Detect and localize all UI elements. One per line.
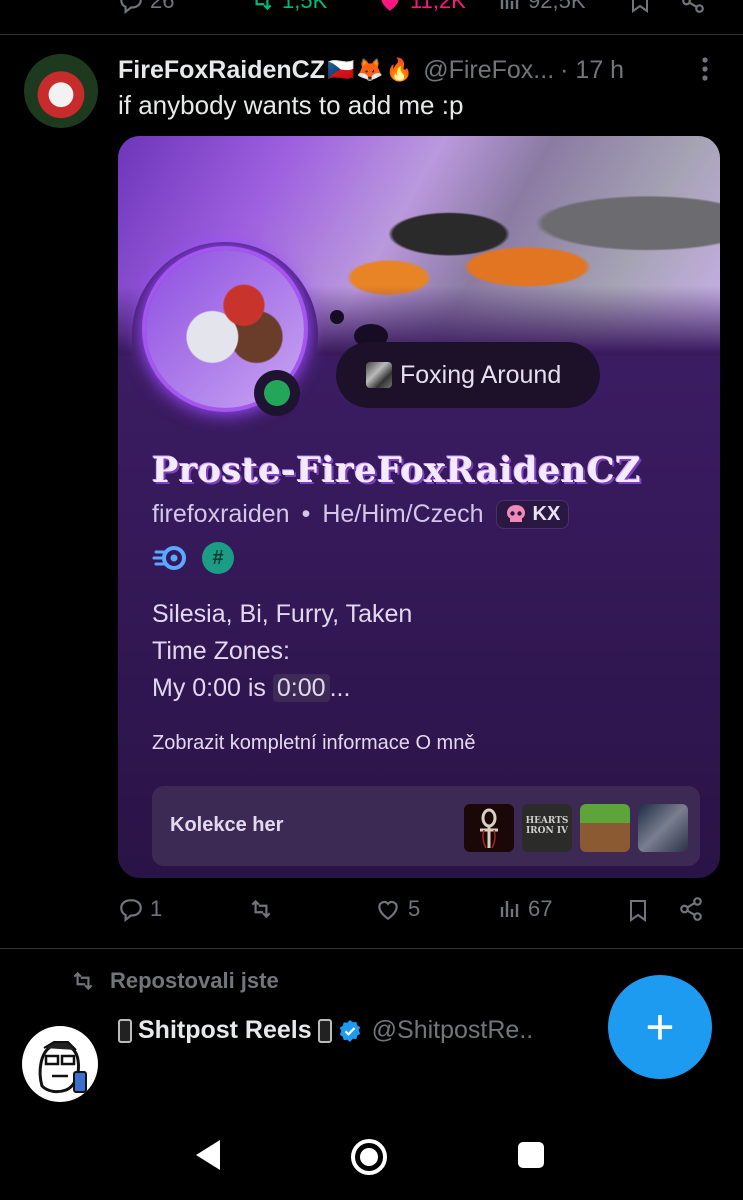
discord-profile-card-image[interactable]: Foxing Around Proste-FireFoxRaidenCZ fir… bbox=[118, 136, 720, 878]
like-button[interactable]: 11,2K bbox=[376, 0, 466, 14]
nitro-badge-icon bbox=[152, 546, 186, 570]
reply-button[interactable]: 1 bbox=[118, 896, 162, 922]
author-display-name[interactable]: Shitpost Reels bbox=[138, 1016, 312, 1045]
repost-button[interactable] bbox=[246, 896, 282, 922]
reply-icon bbox=[120, 0, 142, 14]
share-button[interactable] bbox=[678, 896, 704, 922]
meme-face-avatar-icon bbox=[38, 1041, 87, 1094]
repost-button[interactable]: 1,5K bbox=[248, 0, 327, 14]
show-full-about-link: Zobrazit kompletní informace O mně bbox=[152, 732, 476, 754]
profile-badges: # bbox=[152, 542, 234, 574]
bio-line: Silesia, Bi, Furry, Taken bbox=[152, 600, 413, 628]
profile-username: firefoxraiden bbox=[152, 499, 290, 528]
bookmark-icon bbox=[630, 900, 646, 922]
plus-icon: + bbox=[645, 999, 675, 1055]
reply-count: 1 bbox=[150, 896, 163, 921]
author-handle[interactable]: @ShitpostRe.. bbox=[372, 1016, 534, 1045]
verified-badge-icon bbox=[339, 1019, 360, 1042]
bio-line: Time Zones: bbox=[152, 637, 291, 665]
profile-subline: firefoxraiden • He/Him/Czech KX bbox=[152, 496, 570, 532]
home-nav-icon[interactable] bbox=[350, 1138, 388, 1176]
previous-tweet-action-bar: 26 1,5K 11,2K 92,5K bbox=[0, 0, 743, 18]
retweet-author-line: Shitpost Reels @ShitpostRe.. bbox=[118, 1016, 533, 1045]
like-count: 5 bbox=[408, 896, 421, 921]
divider bbox=[0, 948, 743, 949]
views-count: 67 bbox=[528, 896, 553, 921]
bookmark-icon bbox=[632, 0, 648, 13]
bookmark-button[interactable] bbox=[628, 0, 652, 14]
profile-bio: Silesia, Bi, Furry, Taken Time Zones: My… bbox=[152, 596, 412, 707]
author-handle[interactable]: @FireFox... bbox=[423, 56, 554, 85]
repost-icon bbox=[251, 899, 271, 919]
share-icon bbox=[680, 897, 702, 921]
hashtag-badge-icon: # bbox=[202, 542, 234, 574]
custom-status-text: Foxing Around bbox=[400, 360, 562, 389]
timestamp-chip: 0:00 bbox=[272, 674, 330, 702]
like-count: 11,2K bbox=[410, 0, 466, 13]
online-status-indicator bbox=[254, 370, 300, 416]
game-icon-hearts-of-iron: HEARTS IRON IV bbox=[522, 804, 572, 852]
bookmark-button[interactable] bbox=[626, 896, 650, 924]
phone-emoji-icon bbox=[118, 1018, 132, 1043]
avatar[interactable] bbox=[22, 1026, 98, 1102]
reply-button[interactable]: 26 bbox=[118, 0, 174, 14]
share-icon bbox=[682, 0, 704, 13]
avatar[interactable] bbox=[24, 54, 98, 128]
flag-czech-emoji: 🇨🇿 bbox=[326, 57, 355, 82]
divider bbox=[0, 34, 743, 35]
tweet-action-bar: 1 5 67 bbox=[118, 896, 718, 932]
fire-emoji: 🔥 bbox=[385, 57, 414, 82]
clan-tag-badge: KX bbox=[495, 499, 570, 529]
game-icon-text: HEARTS IRON IV bbox=[525, 816, 569, 836]
skull-icon bbox=[506, 505, 525, 522]
phone-emoji-icon bbox=[317, 1018, 332, 1043]
author-display-name[interactable]: FireFoxRaidenCZ bbox=[118, 56, 325, 85]
tweet-time[interactable]: · 17 h bbox=[560, 56, 624, 85]
repost-context: Repostovali jste bbox=[68, 968, 279, 994]
views-icon bbox=[500, 901, 519, 917]
game-collection-label: Kolekce her bbox=[170, 814, 284, 836]
like-button[interactable]: 5 bbox=[374, 896, 420, 922]
bio-time-suffix: ... bbox=[329, 674, 351, 702]
ankh-icon bbox=[480, 808, 498, 849]
game-collection-panel: Kolekce her HEARTS IRON IV bbox=[152, 786, 700, 866]
repost-icon bbox=[73, 971, 93, 991]
views-count: 92,5K bbox=[528, 0, 586, 13]
heart-icon bbox=[378, 900, 398, 921]
views-icon bbox=[500, 0, 519, 9]
game-icon-ankh bbox=[464, 804, 514, 852]
status-bubble-tail-small bbox=[330, 310, 344, 324]
online-dot bbox=[264, 380, 290, 406]
reply-count: 26 bbox=[150, 0, 175, 13]
system-navigation-bar bbox=[0, 1120, 743, 1200]
bio-line-time: My 0:00 is 0:00... bbox=[152, 670, 412, 707]
profile-pronouns: He/Him/Czech bbox=[322, 499, 484, 528]
recents-nav-icon[interactable] bbox=[516, 1140, 546, 1170]
status-emoji-icon bbox=[366, 362, 392, 388]
clan-tag-text: KX bbox=[532, 502, 561, 525]
repost-context-label: Repostovali jste bbox=[110, 968, 279, 993]
repost-count: 1,5K bbox=[282, 0, 328, 13]
tweet-text: if anybody wants to add me :p bbox=[118, 90, 464, 120]
share-button[interactable] bbox=[680, 0, 706, 14]
tweet-author-line: FireFoxRaidenCZ 🇨🇿 🦊 🔥 @FireFox... · 17 … bbox=[118, 54, 718, 86]
repost-icon bbox=[255, 0, 272, 11]
profile-display-name: Proste-FireFoxRaidenCZ bbox=[152, 450, 642, 491]
fox-emoji: 🦊 bbox=[356, 57, 384, 82]
heart-filled-icon bbox=[381, 0, 399, 11]
separator-dot: • bbox=[301, 499, 311, 528]
game-icon-shooter bbox=[638, 804, 688, 852]
bio-time-prefix: My 0:00 is bbox=[152, 674, 266, 702]
views-button[interactable]: 67 bbox=[498, 896, 552, 922]
custom-status-bubble: Foxing Around bbox=[336, 342, 600, 408]
game-icon-minecraft bbox=[580, 804, 630, 852]
views-button[interactable]: 92,5K bbox=[498, 0, 586, 14]
more-options-icon[interactable] bbox=[698, 56, 712, 82]
compose-button[interactable]: + bbox=[608, 975, 712, 1079]
reply-icon bbox=[120, 899, 142, 922]
back-nav-icon[interactable] bbox=[192, 1138, 222, 1172]
